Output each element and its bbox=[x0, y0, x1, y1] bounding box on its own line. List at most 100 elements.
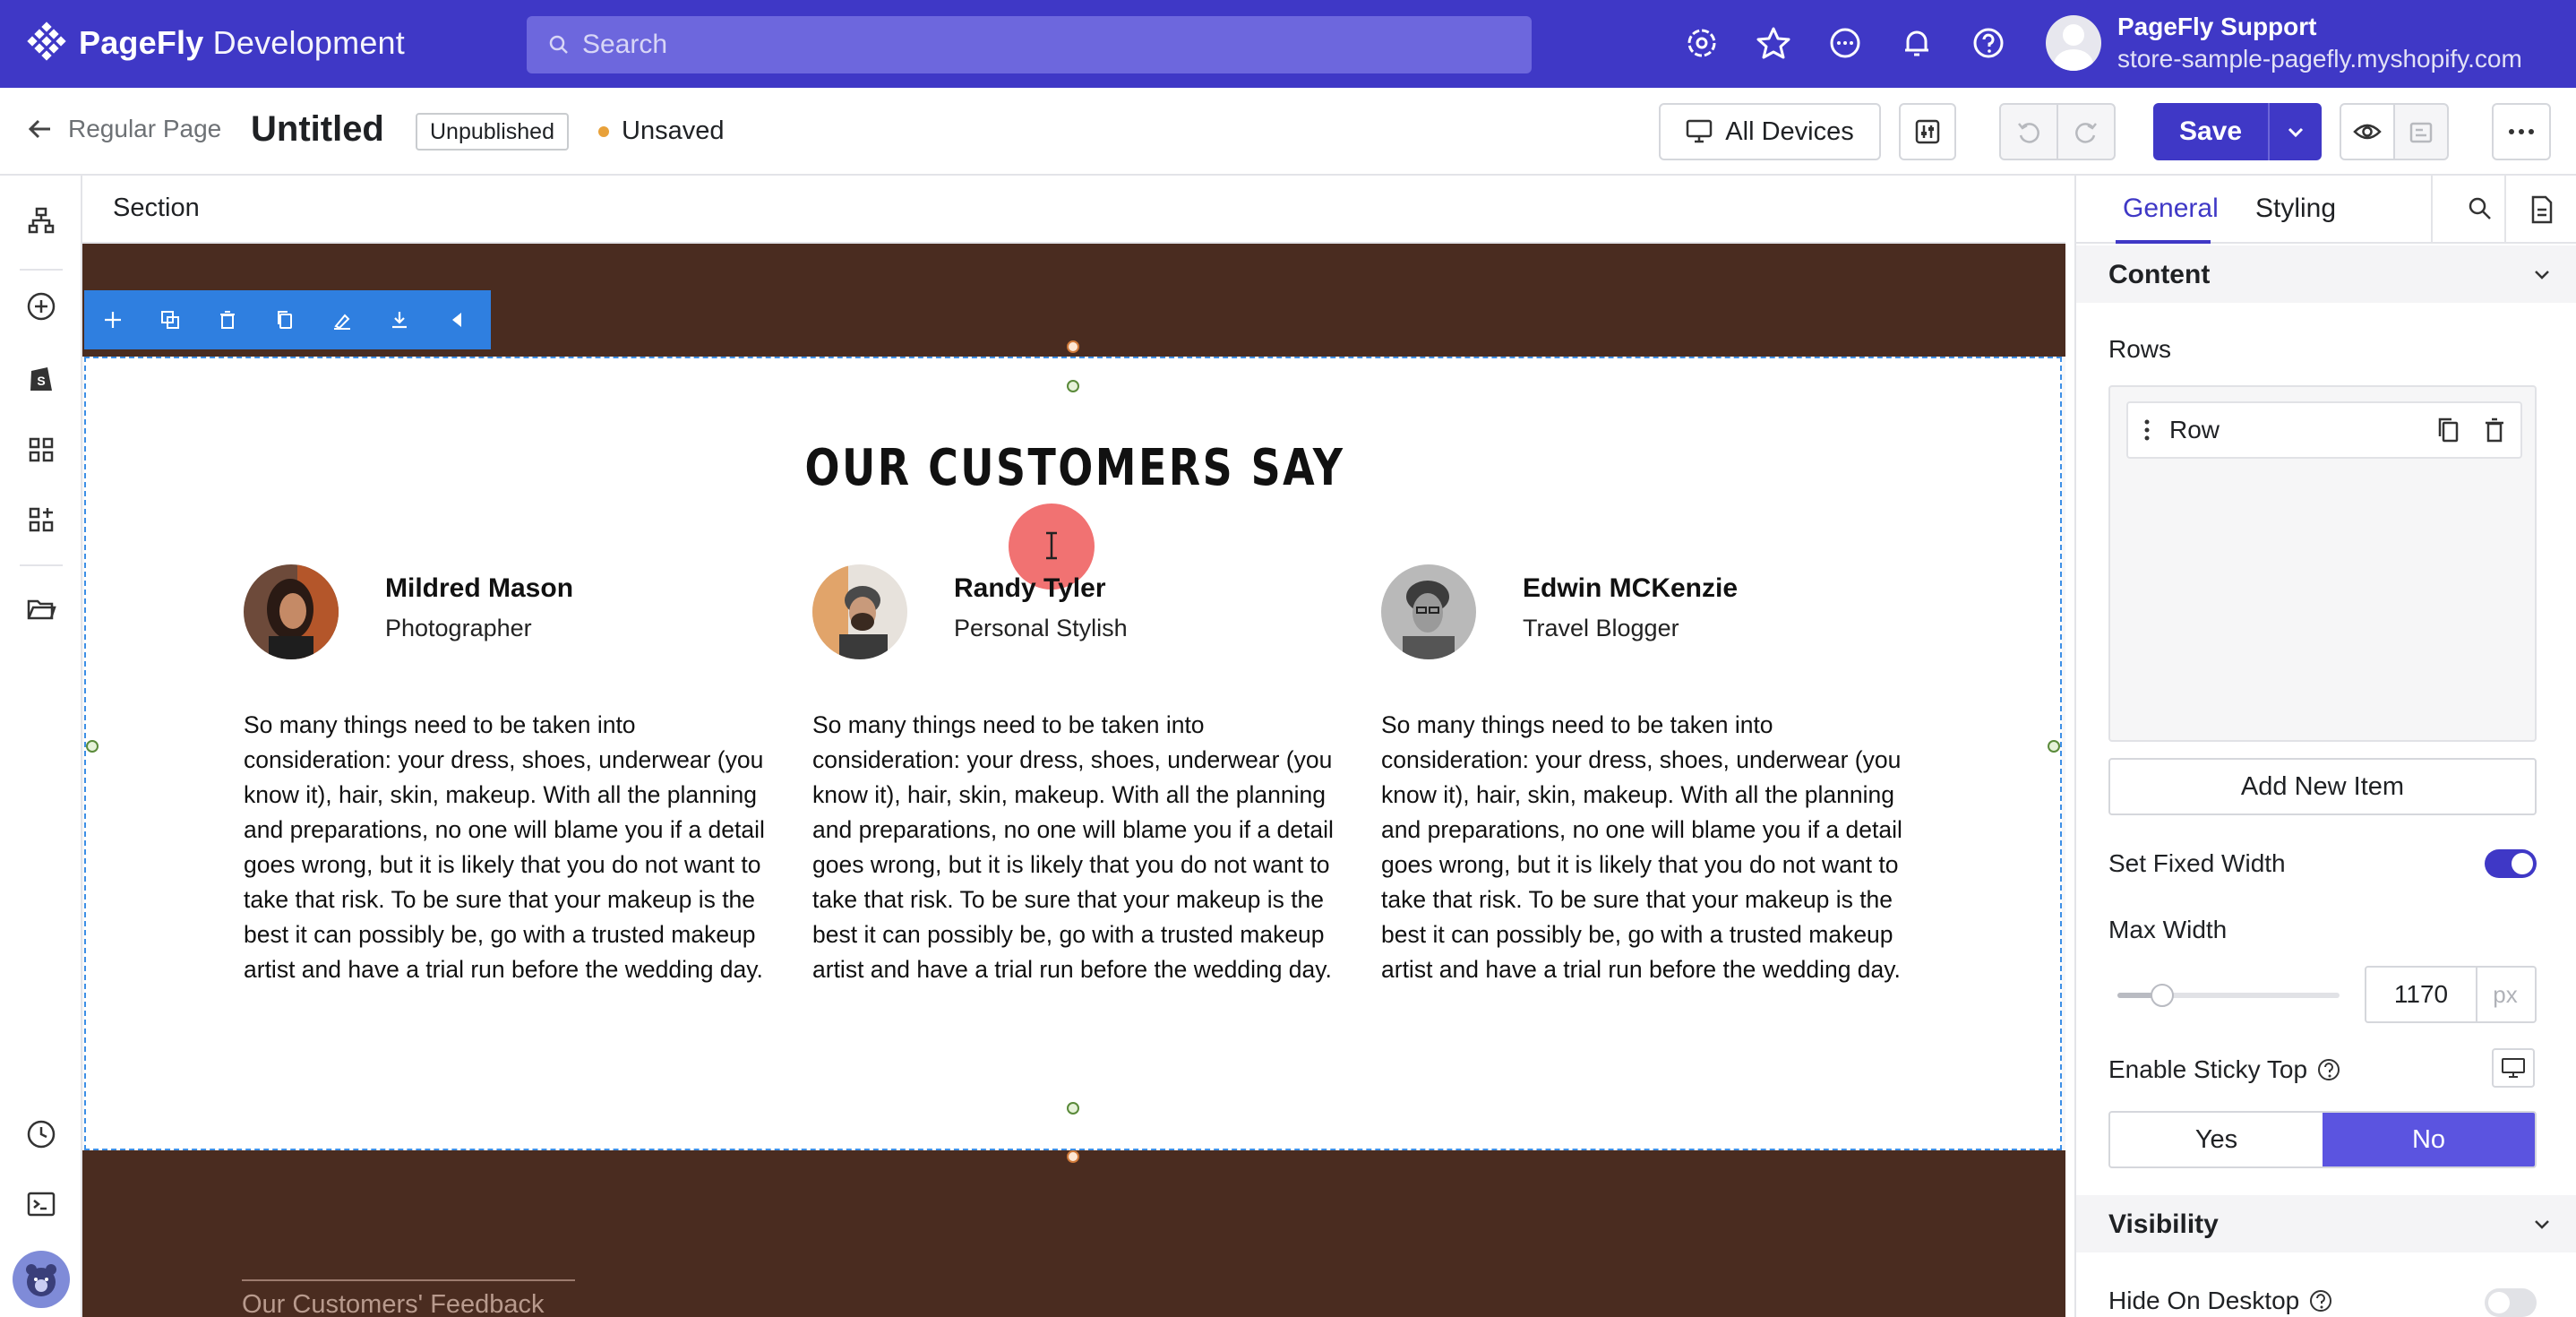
add-element-icon[interactable] bbox=[23, 288, 59, 324]
sticky-top-text: Enable Sticky Top bbox=[2108, 1055, 2308, 1083]
resize-handle[interactable] bbox=[1067, 340, 1079, 353]
tab-styling[interactable]: Styling bbox=[2255, 194, 2336, 224]
page-document-icon[interactable] bbox=[2529, 195, 2555, 228]
help-icon[interactable] bbox=[2316, 1057, 2341, 1082]
pagefly-logo-icon bbox=[27, 22, 66, 61]
shopify-icon[interactable]: S bbox=[23, 360, 59, 396]
slider-knob[interactable] bbox=[2151, 984, 2174, 1007]
list-item[interactable]: Row bbox=[2126, 401, 2522, 459]
save-button[interactable]: Save bbox=[2153, 103, 2268, 160]
testimonial-role: Travel Blogger bbox=[1523, 615, 1679, 641]
page-title[interactable]: Untitled bbox=[251, 109, 384, 150]
hide-desktop-toggle[interactable] bbox=[2485, 1288, 2537, 1317]
add-new-item-button[interactable]: Add New Item bbox=[2108, 758, 2537, 815]
search-icon bbox=[549, 35, 568, 54]
max-width-unit[interactable]: px bbox=[2476, 966, 2537, 1023]
testimonial-section[interactable]: OUR CUSTOMERS SAY Mildred Mason Photogra… bbox=[84, 357, 2062, 1150]
sidebar-divider bbox=[20, 269, 63, 271]
delete-icon[interactable] bbox=[2483, 417, 2506, 443]
resize-handle[interactable] bbox=[2048, 740, 2060, 753]
rows-list: Row bbox=[2108, 385, 2537, 742]
visibility-section-header[interactable]: Visibility bbox=[2076, 1195, 2576, 1252]
content-section-header[interactable]: Content bbox=[2076, 245, 2576, 303]
more-options-button[interactable] bbox=[2492, 103, 2551, 160]
breadcrumb: Section bbox=[82, 176, 2065, 244]
star-icon[interactable] bbox=[1756, 25, 1791, 61]
app-title: PageFly Development bbox=[79, 24, 405, 61]
help-icon[interactable] bbox=[2308, 1288, 2333, 1313]
drag-handle-icon[interactable] bbox=[2142, 417, 2151, 443]
search-bar[interactable]: Search bbox=[527, 16, 1532, 73]
help-icon[interactable] bbox=[1971, 25, 2006, 61]
settings-cog-icon[interactable] bbox=[1684, 25, 1720, 61]
resize-handle[interactable] bbox=[1067, 380, 1079, 392]
grid-icon[interactable] bbox=[23, 432, 59, 468]
hide-desktop-label: Hide On Desktop bbox=[2108, 1287, 2333, 1315]
avatar bbox=[812, 564, 907, 659]
max-width-slider[interactable] bbox=[2117, 984, 2340, 1007]
device-toggle-button[interactable] bbox=[2492, 1048, 2535, 1088]
style-brush-icon[interactable] bbox=[313, 290, 371, 349]
resize-handle[interactable] bbox=[1067, 1102, 1079, 1115]
undo-button[interactable] bbox=[1999, 103, 2058, 160]
max-width-input[interactable]: 1170 bbox=[2365, 966, 2477, 1023]
save-section-icon[interactable] bbox=[371, 290, 428, 349]
testimonial-name: Randy Tyler bbox=[954, 573, 1106, 603]
avatar bbox=[2046, 15, 2101, 71]
section-heading[interactable]: OUR CUSTOMERS SAY bbox=[264, 439, 1886, 497]
active-tab-indicator bbox=[2116, 240, 2211, 244]
publish-button[interactable] bbox=[2393, 103, 2449, 160]
arrow-left-icon bbox=[28, 119, 50, 139]
save-options-button[interactable] bbox=[2268, 103, 2322, 160]
search-placeholder: Search bbox=[582, 30, 668, 59]
fixed-width-toggle[interactable] bbox=[2485, 849, 2537, 878]
move-icon[interactable] bbox=[84, 290, 142, 349]
search-icon[interactable] bbox=[2467, 195, 2494, 227]
apps-icon[interactable] bbox=[23, 502, 59, 538]
fixed-width-label: Set Fixed Width bbox=[2108, 849, 2286, 877]
chevron-down-icon bbox=[2535, 1220, 2549, 1229]
folder-icon[interactable] bbox=[23, 591, 59, 627]
breadcrumb-item-section[interactable]: Section bbox=[113, 194, 200, 222]
app-logo[interactable]: PageFly Development bbox=[25, 22, 405, 65]
collapse-toolbar-icon[interactable] bbox=[428, 290, 485, 349]
sticky-no-option[interactable]: No bbox=[2323, 1113, 2535, 1166]
layers-icon[interactable] bbox=[23, 202, 59, 238]
save-button-group: Save bbox=[2153, 103, 2322, 160]
chat-icon[interactable] bbox=[1827, 25, 1863, 61]
user-menu[interactable]: PageFly Support store-sample-pagefly.mys… bbox=[2046, 13, 2522, 73]
unsaved-dot-icon bbox=[598, 125, 609, 137]
user-store: store-sample-pagefly.myshopify.com bbox=[2117, 45, 2522, 73]
divider bbox=[242, 1279, 575, 1281]
user-name: PageFly Support bbox=[2117, 13, 2317, 40]
sticky-yes-option[interactable]: Yes bbox=[2110, 1113, 2323, 1166]
desktop-icon bbox=[1687, 119, 1713, 143]
page-settings-button[interactable] bbox=[1899, 103, 1956, 160]
back-link[interactable]: Regular Page bbox=[27, 115, 221, 143]
avatar-bear-icon[interactable] bbox=[13, 1251, 70, 1308]
left-sidebar: S bbox=[0, 176, 82, 1317]
resize-handle[interactable] bbox=[86, 740, 99, 753]
bell-icon[interactable] bbox=[1899, 25, 1935, 61]
editor-canvas[interactable]: OUR CUSTOMERS SAY Mildred Mason Photogra… bbox=[82, 244, 2065, 1317]
copy-icon[interactable] bbox=[256, 290, 313, 349]
terminal-icon[interactable] bbox=[23, 1186, 59, 1222]
duplicate-icon[interactable] bbox=[142, 290, 199, 349]
copy-icon[interactable] bbox=[2436, 417, 2460, 443]
preview-button[interactable] bbox=[2340, 103, 2395, 160]
redo-button[interactable] bbox=[2057, 103, 2116, 160]
delete-icon[interactable] bbox=[199, 290, 256, 349]
sticky-top-label: Enable Sticky Top bbox=[2108, 1055, 2341, 1084]
testimonial-text: So many things need to be taken into con… bbox=[1381, 711, 1902, 983]
undo-icon bbox=[2018, 123, 2039, 143]
chevron-down-icon bbox=[2288, 127, 2304, 138]
resize-handle[interactable] bbox=[1067, 1150, 1079, 1163]
tab-divider bbox=[2431, 176, 2433, 244]
device-selector-button[interactable]: All Devices bbox=[1659, 103, 1881, 160]
chevron-down-icon bbox=[2535, 271, 2549, 280]
footer-heading[interactable]: Our Customers' Feedback bbox=[242, 1290, 545, 1317]
more-horizontal-icon bbox=[2509, 129, 2534, 134]
eye-icon bbox=[2353, 124, 2382, 140]
history-icon[interactable] bbox=[23, 1116, 59, 1152]
tab-general[interactable]: General bbox=[2123, 194, 2219, 224]
